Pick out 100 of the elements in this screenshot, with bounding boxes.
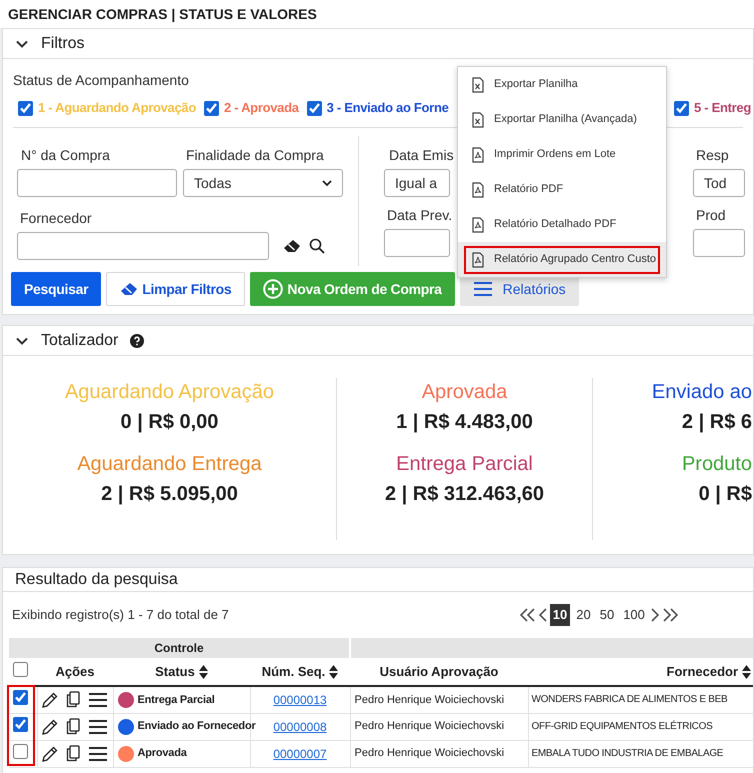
field-label: Fornecedor [20,209,92,227]
pencil-icon[interactable] [42,746,58,762]
table-cell: Pedro Henrique Woiciechovski [350,740,528,767]
input-field[interactable] [384,229,450,257]
input-field[interactable] [693,229,745,257]
menu-item[interactable]: Relatório Agrupado Centro Custo [464,246,660,274]
status-checkbox[interactable] [18,100,33,116]
table-cell: OFF-GRID EQUIPAMENTOS ELÉTRICOS [528,713,754,740]
group-header: Controle [9,638,350,658]
select-all-checkbox[interactable] [13,662,28,676]
sort-icon[interactable] [742,664,752,678]
status-text: Aprovada [138,746,187,762]
panel-title: Totalizador [41,330,118,350]
menu-icon[interactable] [88,746,108,762]
menu-icon[interactable] [88,692,108,708]
table-cell: EMBALA TUDO INDUSTRIA DE EMBALAGE [528,740,754,767]
copy-icon[interactable] [66,718,80,735]
menu-item[interactable]: Relatório Detalhado PDF [458,207,666,242]
row-checkbox[interactable] [13,716,28,732]
copy-icon[interactable] [66,691,80,708]
menu-icon[interactable] [88,718,108,734]
menu-item[interactable]: Imprimir Ordens em Lote [458,137,666,172]
total-label: Aguardando Aprovação [64,380,274,405]
menu-item[interactable]: Exportar Planilha (Avançada) [458,102,666,137]
total-value: 0 | R$ [698,482,752,507]
order-number-link[interactable]: 00000013 [273,692,327,707]
eraser-icon [120,282,138,296]
panel-title: Resultado da pesquisa [15,570,178,590]
eraser-icon[interactable] [283,239,301,253]
menu-item[interactable]: Exportar Planilha [458,67,666,102]
row-checkbox[interactable] [13,690,28,705]
select-field[interactable]: Todas [183,169,343,197]
results-summary: Exibindo registro(s) 1 - 7 do total de 7 [12,606,229,624]
status-checkbox[interactable] [674,100,690,116]
column-header[interactable]: Fornecedor [528,658,754,686]
page-size-option[interactable]: 10 [550,604,570,626]
next-page-icon[interactable] [650,607,659,623]
total-value: 2 | R$ 6 [682,410,752,435]
status-text: Entrega Parcial [138,692,215,708]
first-page-icon[interactable] [518,607,536,623]
copy-icon[interactable] [66,745,80,762]
order-number-link[interactable]: 00000007 [273,746,327,760]
table-cell: WONDERS FABRICA DE ALIMENTOS E BEB [528,686,754,713]
select-field[interactable]: Tod [693,169,745,197]
page-size-option[interactable]: 100 [620,604,648,626]
pencil-icon[interactable] [42,692,58,708]
sort-icon[interactable] [198,664,208,678]
total-label: Produto [682,452,752,477]
field-label: Data Prev. [387,206,452,224]
field-label: Finalidade da Compra [186,146,324,164]
column-header[interactable]: Ações [37,658,113,686]
pdf-file-icon [472,146,484,162]
status-text: Enviado ao Fornecedor [138,719,256,734]
question-circle-icon [130,334,144,348]
status-filter-label: 5 - Entreg [694,99,751,118]
select-field[interactable]: Igual a [384,169,450,197]
input-field[interactable] [17,169,177,197]
total-value: 2 | R$ 312.463,60 [384,482,544,507]
column-header[interactable]: Núm. Seq. [250,658,350,686]
status-filter-label: 3 - Enviado ao Forne [326,99,449,118]
status-filter-label: 1 - Aguardando Aprovação [38,99,196,118]
page-size-option[interactable]: 50 [596,604,618,626]
pdf-file-icon [472,216,484,232]
field-label: Data Emis [389,146,454,164]
total-value: 2 | R$ 5.095,00 [101,482,238,507]
search-icon[interactable] [309,238,325,254]
status-filter-label: 2 - Aprovada [224,99,299,118]
chevron-down-icon [322,180,332,186]
button[interactable]: Limpar Filtros [106,272,246,306]
section-label: Status de Acompanhamento [13,71,189,89]
total-label: Entrega Parcial [396,452,533,477]
sort-icon[interactable] [329,664,338,678]
menu-item[interactable]: Relatório PDF [458,172,666,207]
total-label: Enviado ao [652,380,752,405]
total-value: 0 | R$ 0,00 [120,410,218,435]
field-label: Resp [696,146,729,164]
column-header[interactable]: Status [113,658,250,686]
page-size-option[interactable]: 20 [573,604,594,626]
spreadsheet-file-icon [472,76,484,92]
status-checkbox[interactable] [306,100,322,116]
last-page-icon[interactable] [662,607,679,623]
status-checkbox[interactable] [204,100,219,116]
total-label: Aprovada [422,380,508,405]
field-label: Prod [696,206,726,224]
panel-title: Filtros [41,34,85,54]
spreadsheet-file-icon [472,112,484,128]
column-header[interactable]: Usuário Aprovação [350,658,528,686]
table-cell: Pedro Henrique Woiciechovski [350,686,528,713]
order-number-link[interactable]: 00000008 [273,720,327,734]
plus-circle-icon [263,279,284,299]
row-checkbox[interactable] [13,744,28,758]
input-field[interactable] [17,232,269,260]
menu-icon [472,281,493,297]
total-value: 1 | R$ 4.483,00 [396,410,533,435]
previous-page-icon[interactable] [538,607,547,623]
total-label: Aguardando Entrega [77,452,262,477]
pdf-file-icon [472,182,484,198]
button[interactable]: Pesquisar [11,272,102,306]
pdf-file-icon [472,252,484,268]
pencil-icon[interactable] [42,718,58,734]
